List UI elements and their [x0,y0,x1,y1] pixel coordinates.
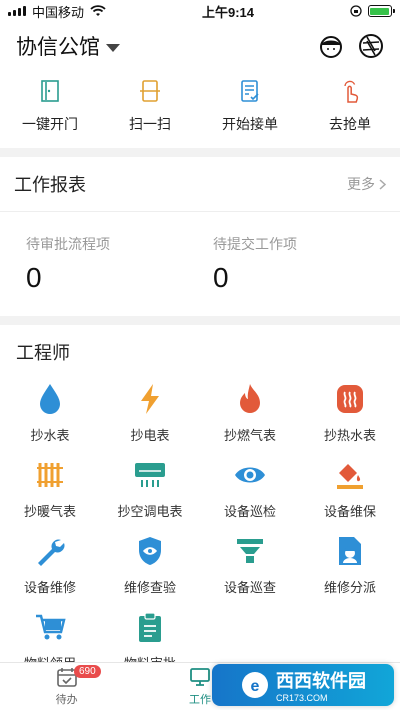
grid-item-heating-meter[interactable]: 抄暖气表 [0,457,100,523]
quick-label: 去抢单 [329,116,371,132]
grid-item-ac-meter[interactable]: 抄空调电表 [100,457,200,523]
brand-logo-icon: e [242,672,268,698]
stat-label: 待审批流程项 [26,236,110,252]
clipboard-icon [139,612,161,642]
engineer-title: 工程师 [16,343,70,363]
quick-open-door[interactable]: 一键开门 [0,78,100,134]
grid-label: 抄热水表 [323,428,376,443]
more-label: 更多 [347,176,375,192]
project-selector[interactable]: 协信公馆 [16,31,120,61]
grid-label: 抄电表 [130,428,170,443]
report-title: 工作报表 [14,175,86,195]
grid-label: 设备维修 [23,580,76,595]
funnel-icon [237,539,263,563]
bottom-tab-bar: 待办 690 工作 我的 e 西西软件园 CR173.COM [0,662,400,710]
grid-label: 抄燃气表 [223,428,276,443]
lightning-icon [141,384,159,414]
worker-doc-icon [339,537,361,565]
svg-text:e: e [251,678,260,695]
grid-item-repair-check[interactable]: 维修查验 [100,533,200,599]
stat-pending-approval[interactable]: 待审批流程项 0 [26,234,213,294]
grid-label: 抄空调电表 [117,504,183,519]
grid-label: 设备巡查 [223,580,276,595]
grid-label: 设备维保 [323,504,376,519]
tap-hand-icon [344,80,359,103]
avatar-icon[interactable] [318,33,344,59]
stat-value: 0 [26,262,42,293]
grid-label: 维修分派 [323,580,376,595]
air-conditioner-icon [135,463,165,487]
grid-item-electric-meter[interactable]: 抄电表 [100,381,200,447]
stat-label: 待提交工作项 [213,236,297,252]
grid-item-hot-water-meter[interactable]: 抄热水表 [300,381,400,447]
todo-count-badge: 690 [74,665,101,678]
header-actions [318,33,384,59]
report-stats: 待审批流程项 0 待提交工作项 0 [0,212,400,316]
status-right [350,5,395,17]
cart-icon [36,614,66,640]
grid-item-water-meter[interactable]: 抄水表 [0,381,100,447]
grid-item-repair-dispatch[interactable]: 维修分派 [300,533,400,599]
quick-label: 扫一扫 [129,116,171,132]
grid-item-device-maintenance[interactable]: 设备维保 [300,457,400,523]
page-title: 协信公馆 [16,36,100,59]
wrench-icon [38,539,65,566]
engineer-header: 工程师 [0,325,400,379]
eye-icon [235,467,265,483]
door-icon [41,80,59,102]
grid-item-device-inspection[interactable]: 设备巡检 [200,457,300,523]
status-bar: 中国移动 上午9:14 [0,0,400,22]
paint-bucket-icon [337,464,363,489]
watermark-brand: 西西软件园 [276,671,366,691]
rotation-lock-icon [350,5,362,17]
watermark-url: CR173.COM [276,693,328,703]
tab-label: 工作 [188,694,211,706]
quick-label: 开始接单 [222,116,278,132]
grid-item-device-repair[interactable]: 设备维修 [0,533,100,599]
monitor-icon [190,668,210,686]
section-divider [0,148,400,157]
shield-eye-icon [139,537,161,565]
tab-todo[interactable]: 待办 690 [0,663,133,710]
grid-item-device-patrol[interactable]: 设备巡查 [200,533,300,599]
quick-grab-order[interactable]: 去抢单 [300,78,400,134]
chevron-right-icon [379,178,386,190]
flame-icon [240,384,260,413]
checklist-icon [241,80,259,102]
grid-item-gas-meter[interactable]: 抄燃气表 [200,381,300,447]
quick-start-order[interactable]: 开始接单 [200,78,300,134]
grid-label: 维修查验 [123,580,176,595]
chevron-down-icon [106,43,120,52]
quick-actions: 一键开门 扫一扫 开始接单 去抢单 [0,70,400,148]
scan-icon [140,80,160,102]
quick-label: 一键开门 [22,116,78,132]
stat-value: 0 [213,262,229,293]
section-divider [0,316,400,325]
grid-label: 设备巡检 [223,504,276,519]
battery-icon [367,5,395,17]
camera-shutter-icon[interactable] [358,33,384,59]
signal-icon [8,6,26,16]
wifi-icon [90,5,106,16]
engineer-grid: 抄水表 抄电表 抄燃气表 抄热水表 抄暖气表 抄空调电表 设备巡检 设备维保 设… [0,379,400,675]
site-watermark: e 西西软件园 CR173.COM [212,664,394,706]
status-left: 中国移动 [8,2,106,21]
carrier-label: 中国移动 [32,4,85,20]
report-more-link[interactable]: 更多 [347,174,386,194]
report-header: 工作报表 更多 [0,157,400,211]
hot-water-icon [337,385,363,413]
status-time: 上午9:14 [201,4,255,20]
grid-label: 抄水表 [30,428,70,443]
stat-pending-submit[interactable]: 待提交工作项 0 [213,234,400,294]
quick-scan[interactable]: 扫一扫 [100,78,200,134]
app-header: 协信公馆 [0,22,400,70]
tab-label: 待办 [55,694,78,706]
water-drop-icon [40,384,60,414]
grid-label: 抄暖气表 [23,504,76,519]
radiator-icon [37,463,63,487]
